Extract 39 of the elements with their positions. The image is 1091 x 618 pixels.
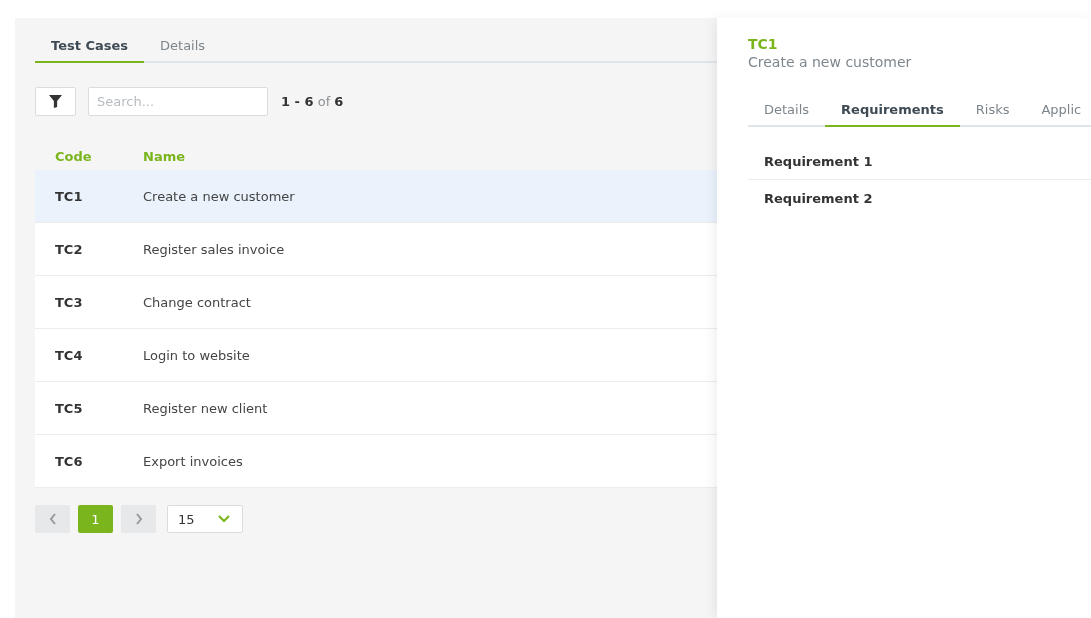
table-row[interactable]: TC6 Export invoices: [35, 435, 717, 488]
tab[interactable]: Risks: [959, 102, 1026, 127]
filter-icon: [49, 95, 62, 108]
page-size-select[interactable]: 15: [167, 505, 243, 533]
result-range: 1 - 6 of 6: [281, 94, 344, 109]
chevron-right-icon: [134, 513, 143, 525]
name-cell: Export invoices: [143, 453, 243, 469]
previous-page-button[interactable]: [35, 505, 70, 533]
table-row[interactable]: TC5 Register new client: [35, 382, 717, 435]
detail-code: TC1: [748, 36, 779, 52]
column-header: Code: [55, 148, 93, 164]
name-cell: Change contract: [143, 294, 251, 310]
tab[interactable]: Applic: [1025, 102, 1091, 127]
code-cell-text: TC4: [55, 347, 84, 363]
chevron-down-icon: [218, 515, 230, 523]
name-cell: Register new client: [143, 400, 268, 416]
chevron-left-icon: [48, 513, 57, 525]
tab[interactable]: Details: [748, 102, 826, 127]
table-row[interactable]: TC4 Login to website: [35, 329, 717, 382]
filter-button[interactable]: [35, 87, 76, 116]
code-cell-text: TC5: [55, 400, 84, 416]
requirement-item[interactable]: Requirement 2: [748, 180, 1091, 216]
code-cell-text: TC2: [55, 241, 84, 257]
code-cell-text: TC6: [55, 453, 84, 469]
name-cell: Create a new customer: [143, 188, 295, 204]
detail-title: Create a new customer: [748, 54, 913, 70]
table-row[interactable]: TC3 Change contract: [35, 276, 717, 329]
tab[interactable]: Requirements: [825, 102, 960, 127]
tab[interactable]: Test Cases: [35, 38, 145, 63]
column-header: Name: [143, 148, 185, 164]
next-page-button[interactable]: [121, 505, 156, 533]
table-row[interactable]: TC2 Register sales invoice: [35, 223, 717, 276]
code-cell-text: TC3: [55, 294, 84, 310]
code-cell-text: TC1: [55, 188, 84, 204]
requirement-item[interactable]: Requirement 1: [748, 143, 1091, 180]
name-cell: Login to website: [143, 347, 250, 363]
name-cell: Register sales invoice: [143, 241, 285, 257]
table-row[interactable]: TC1 Create a new customer: [35, 170, 717, 223]
search-field[interactable]: Search...: [88, 87, 268, 116]
